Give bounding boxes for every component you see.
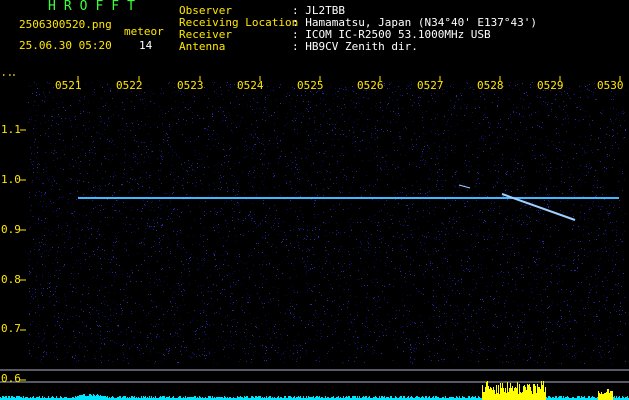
spectrogram-plot xyxy=(0,76,629,400)
date-time: 25.06.30 05:20 xyxy=(19,39,112,52)
frequency-tick-label: 0.6 xyxy=(1,372,21,385)
time-tick-label: 0528 xyxy=(477,79,504,92)
plot-background xyxy=(0,76,629,400)
time-tick-label: 0530 xyxy=(597,79,624,92)
time-tick-label: 0522 xyxy=(116,79,143,92)
time-tick-label: 0526 xyxy=(357,79,384,92)
time-tick-label: 0527 xyxy=(417,79,444,92)
frequency-tick-label: 0.9 xyxy=(1,223,21,236)
time-tick-label: 0524 xyxy=(237,79,264,92)
app-title: HROFFT xyxy=(48,0,143,14)
frequency-tick-label: 0.7 xyxy=(1,322,21,335)
time-tick-label: 0529 xyxy=(537,79,564,92)
time-tick-label: 0521 xyxy=(55,79,82,92)
antenna-label: Antenna xyxy=(179,40,226,53)
meteor-label: meteor xyxy=(124,25,164,38)
meteor-count: 14 xyxy=(139,39,153,52)
antenna-value: : HB9CV Zenith dir. xyxy=(292,40,418,53)
frequency-tick-label: 0.8 xyxy=(1,273,21,286)
time-tick-label: 0525 xyxy=(297,79,324,92)
frequency-tick-label: 1.0 xyxy=(1,173,21,186)
file-name: 2506300520.png xyxy=(19,18,112,31)
frequency-tick-label: 1.1 xyxy=(1,123,21,136)
time-tick-label: 0523 xyxy=(177,79,204,92)
